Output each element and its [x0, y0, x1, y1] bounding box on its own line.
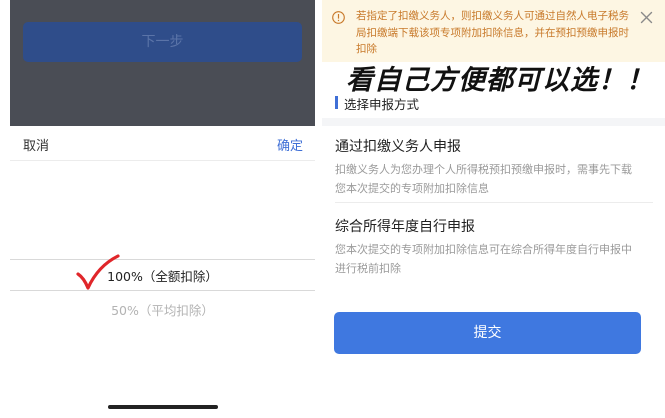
left-screenshot: 下一步 取消 确定 100%（全额扣除） 50%（平均扣除）: [10, 0, 315, 418]
section-divider: [322, 118, 665, 126]
notice-banner: 若指定了扣缴义务人，则扣缴义务人可通过自然人电子税务局扣缴端下载该项专项附加扣除…: [322, 0, 665, 62]
picker-option-selected[interactable]: 100%（全额扣除）: [10, 266, 315, 285]
overlay-caption: 看自己方便都可以选！！: [346, 65, 654, 96]
option-title: 通过扣缴义务人申报: [335, 139, 461, 155]
picker-header: 取消 确定: [10, 126, 315, 161]
option-divider: [335, 202, 653, 203]
option-self-declaration[interactable]: 综合所得年度自行申报 您本次提交的专项附加扣除信息可在综合所得年度自行申报中进行…: [322, 216, 665, 280]
checkmark-annotation: [76, 254, 120, 290]
picker-selection-bottom-line: [10, 290, 315, 291]
section-accent-bar: [335, 96, 338, 109]
right-screenshot: 若指定了扣缴义务人，则扣缴义务人可通过自然人电子税务局扣缴端下载该项专项附加扣除…: [322, 0, 665, 418]
picker-option[interactable]: 50%（平均扣除）: [10, 300, 315, 319]
close-icon[interactable]: [640, 11, 653, 24]
cancel-button[interactable]: 取消: [23, 135, 49, 154]
next-step-button[interactable]: 下一步: [23, 22, 302, 62]
section-title: 选择申报方式: [344, 97, 420, 112]
picker-selection-top-line: [10, 259, 315, 260]
submit-button[interactable]: 提交: [334, 312, 641, 354]
option-withholding-agent[interactable]: 通过扣缴义务人申报 扣缴义务人为您办理个人所得税预扣预缴申报时，需事先下载您本次…: [322, 136, 665, 200]
option-description: 扣缴义务人为您办理个人所得税预扣预缴申报时，需事先下载您本次提交的专项附加扣除信…: [335, 163, 632, 195]
picker-sheet: 取消 确定 100%（全额扣除） 50%（平均扣除）: [10, 126, 315, 418]
option-description: 您本次提交的专项附加扣除信息可在综合所得年度自行申报中进行税前扣除: [335, 243, 632, 275]
warning-icon: [332, 11, 345, 24]
confirm-button[interactable]: 确定: [277, 135, 303, 154]
option-title: 综合所得年度自行申报: [335, 219, 475, 235]
home-indicator: [108, 405, 218, 409]
dimmed-background: 下一步: [10, 0, 315, 126]
notice-text: 若指定了扣缴义务人，则扣缴义务人可通过自然人电子税务局扣缴端下载该项专项附加扣除…: [356, 10, 629, 55]
